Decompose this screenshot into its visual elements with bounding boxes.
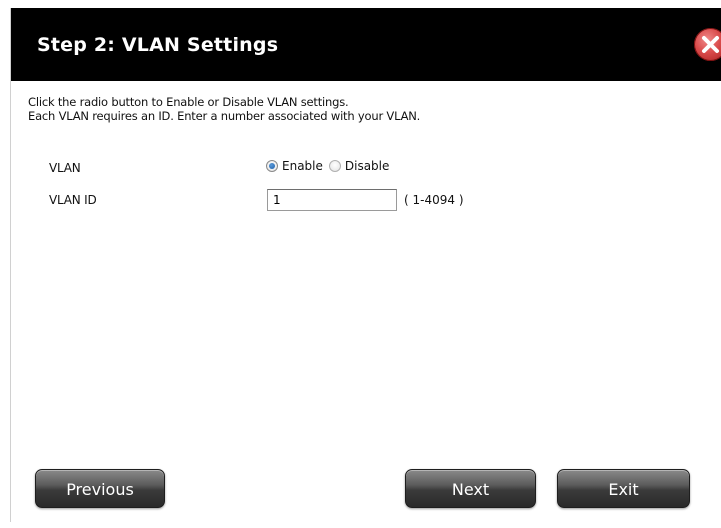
vlan-radio-group: Enable Disable bbox=[266, 159, 395, 173]
vlan-enable-radio[interactable] bbox=[266, 160, 278, 172]
vlan-id-label: VLAN ID bbox=[49, 193, 97, 207]
vlan-enable-label[interactable]: Enable bbox=[282, 159, 323, 173]
instruction-line-2: Each VLAN requires an ID. Enter a number… bbox=[28, 109, 421, 123]
instruction-line-1: Click the radio button to Enable or Disa… bbox=[28, 95, 349, 109]
close-button[interactable] bbox=[694, 28, 721, 61]
vlan-settings-dialog: Step 2: VLAN Settings Click the radio bu… bbox=[10, 8, 721, 522]
dialog-title: Step 2: VLAN Settings bbox=[37, 34, 279, 56]
previous-button[interactable]: Previous bbox=[35, 469, 165, 508]
vlan-disable-label[interactable]: Disable bbox=[345, 159, 390, 173]
instructions-text: Click the radio button to Enable or Disa… bbox=[28, 95, 420, 123]
vlan-disable-radio[interactable] bbox=[328, 160, 341, 172]
close-x-icon bbox=[702, 36, 719, 53]
vlan-id-input[interactable] bbox=[267, 189, 397, 211]
dialog-body: Click the radio button to Enable or Disa… bbox=[11, 81, 721, 522]
dialog-title-bar: Step 2: VLAN Settings bbox=[11, 8, 721, 81]
vlan-id-range-hint: ( 1-4094 ) bbox=[404, 193, 464, 207]
next-button[interactable]: Next bbox=[405, 469, 536, 508]
vlan-label: VLAN bbox=[49, 161, 81, 175]
exit-button[interactable]: Exit bbox=[557, 469, 690, 508]
